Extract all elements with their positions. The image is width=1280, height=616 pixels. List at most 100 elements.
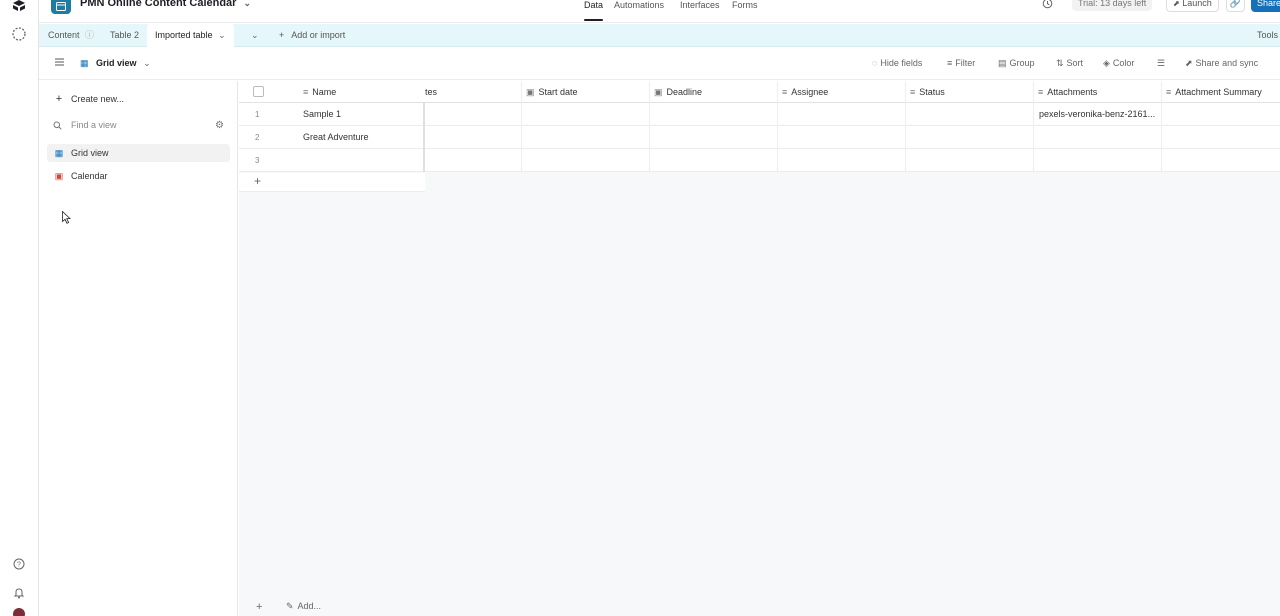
hide-fields-button[interactable]: ◌ Hide fields bbox=[872, 58, 922, 68]
column-header-attachments[interactable]: ≡ Attachments bbox=[1034, 81, 1162, 103]
deadline-cell[interactable] bbox=[650, 149, 778, 172]
assignee-cell[interactable] bbox=[778, 103, 906, 126]
attachment-summary-cell[interactable] bbox=[1162, 103, 1280, 126]
column-header-name[interactable]: ≡ Name bbox=[299, 81, 425, 103]
create-new-view-button[interactable]: + Create new... bbox=[47, 90, 230, 108]
select-all-checkbox[interactable] bbox=[253, 86, 264, 97]
omni-icon[interactable] bbox=[11, 26, 27, 42]
column-header-start-date[interactable]: ▣ Start date bbox=[522, 81, 650, 103]
base-title-text: PMN Online Content Calendar bbox=[80, 0, 237, 9]
tab-imported-table[interactable]: Imported table ⌄ bbox=[147, 24, 234, 47]
nav-interfaces[interactable]: Interfaces bbox=[680, 0, 720, 10]
chevron-down-icon: ⌄ bbox=[218, 30, 226, 40]
notes-cell[interactable] bbox=[425, 103, 522, 126]
search-icon bbox=[53, 121, 65, 130]
name-cell[interactable]: Sample 1 bbox=[298, 103, 425, 126]
attachments-cell[interactable]: pexels-veronika-benz-2161... bbox=[1034, 103, 1162, 126]
user-avatar[interactable] bbox=[11, 606, 27, 616]
sort-button[interactable]: ⇅ Sort bbox=[1056, 58, 1083, 69]
table-tabs-bar: Content ⓘ Table 2 Imported table ⌄ ⌄ + A… bbox=[39, 24, 1280, 47]
share-sync-button[interactable]: ⬈ Share and sync bbox=[1185, 58, 1258, 69]
magic-wand-icon: ✎ bbox=[286, 601, 294, 611]
start-date-cell[interactable] bbox=[522, 149, 650, 172]
assignee-cell[interactable] bbox=[778, 149, 906, 172]
status-cell[interactable] bbox=[906, 103, 1034, 126]
nav-forms[interactable]: Forms bbox=[732, 0, 758, 10]
table-row[interactable]: 3 bbox=[239, 149, 1280, 172]
notes-cell[interactable] bbox=[425, 149, 522, 172]
attachments-cell[interactable] bbox=[1034, 126, 1162, 149]
copy-link-button[interactable]: 🔗 bbox=[1226, 0, 1245, 12]
footer-add-label: Add... bbox=[297, 601, 322, 611]
view-switcher[interactable]: ▦ Grid view ⌄ bbox=[80, 58, 151, 69]
attachments-cell[interactable] bbox=[1034, 149, 1162, 172]
column-status-label: Status bbox=[919, 87, 945, 97]
row-number: 1 bbox=[255, 110, 260, 119]
attachment-summary-cell[interactable] bbox=[1162, 126, 1280, 149]
column-header-notes[interactable]: tes bbox=[425, 81, 522, 103]
table-row[interactable]: 2 Great Adventure bbox=[239, 126, 1280, 149]
notes-cell[interactable] bbox=[425, 126, 522, 149]
add-record-row[interactable]: + bbox=[239, 173, 425, 192]
help-icon[interactable]: ? bbox=[11, 556, 27, 572]
column-header-attachment-summary[interactable]: ≡ Attachment Summary bbox=[1162, 81, 1280, 103]
notifications-bell-icon[interactable] bbox=[11, 585, 27, 601]
grid-header-row: ≡ Name tes ▣ Start date ▣ Deadline ≡ Assigne… bbox=[239, 81, 1280, 103]
deadline-cell[interactable] bbox=[650, 103, 778, 126]
column-header-deadline[interactable]: ▣ Deadline bbox=[650, 81, 778, 103]
share-button[interactable]: Share bbox=[1251, 0, 1280, 12]
table-row[interactable]: 1 Sample 1 pexels-veronika-benz-2161... bbox=[239, 103, 1280, 126]
nav-data[interactable]: Data bbox=[584, 0, 603, 10]
name-cell[interactable]: Great Adventure bbox=[298, 126, 425, 149]
launch-icon: ⬈ bbox=[1173, 0, 1180, 8]
status-cell[interactable] bbox=[906, 149, 1034, 172]
group-button[interactable]: ▤ Group bbox=[998, 58, 1035, 69]
start-date-cell[interactable] bbox=[522, 103, 650, 126]
start-date-cell[interactable] bbox=[522, 126, 650, 149]
tools-menu[interactable]: Tools bbox=[1257, 24, 1278, 47]
views-sidebar: + Create new... Find a view ⚙ ▦ Grid vie… bbox=[39, 81, 238, 616]
airtable-logo-icon[interactable] bbox=[11, 0, 27, 13]
base-title[interactable]: PMN Online Content Calendar ⌄ bbox=[80, 0, 251, 9]
column-header-status[interactable]: ≡ Status bbox=[906, 81, 1034, 103]
name-cell[interactable] bbox=[298, 149, 425, 172]
column-name-label: Name bbox=[312, 87, 337, 97]
color-label: Color bbox=[1112, 58, 1135, 68]
base-icon[interactable] bbox=[51, 0, 71, 14]
assignee-cell[interactable] bbox=[778, 126, 906, 149]
text-field-icon: ≡ bbox=[910, 87, 916, 97]
row-height-icon[interactable]: ☰ bbox=[1157, 58, 1165, 69]
left-rail: ? bbox=[0, 0, 39, 616]
launch-button[interactable]: ⬈ Launch bbox=[1166, 0, 1219, 12]
tab-imported-table-label: Imported table bbox=[155, 30, 213, 40]
tab-table-2[interactable]: Table 2 bbox=[110, 24, 139, 47]
group-label: Group bbox=[1009, 58, 1035, 68]
add-or-import-button[interactable]: + Add or import bbox=[279, 24, 345, 47]
column-attachment-summary-label: Attachment Summary bbox=[1175, 87, 1262, 97]
toggle-sidebar-icon[interactable] bbox=[54, 57, 65, 67]
sort-icon: ⇅ bbox=[1056, 58, 1064, 68]
sidebar-item-calendar[interactable]: ▣ Calendar bbox=[47, 167, 230, 185]
deadline-cell[interactable] bbox=[650, 126, 778, 149]
find-view-field[interactable]: Find a view ⚙ bbox=[47, 116, 230, 134]
chevron-down-icon: ⌄ bbox=[243, 0, 252, 8]
column-deadline-label: Deadline bbox=[666, 87, 703, 97]
status-cell[interactable] bbox=[906, 126, 1034, 149]
all-tables-dropdown[interactable]: ⌄ bbox=[251, 24, 259, 47]
trial-badge[interactable]: Trial: 13 days left bbox=[1072, 0, 1153, 11]
eye-slash-icon: ◌ bbox=[872, 58, 878, 68]
column-header-assignee[interactable]: ≡ Assignee bbox=[778, 81, 906, 103]
color-button[interactable]: ◈ Color bbox=[1103, 58, 1134, 69]
tab-content[interactable]: Content ⓘ bbox=[48, 24, 94, 47]
gear-icon[interactable]: ⚙ bbox=[215, 120, 224, 131]
find-view-input[interactable]: Find a view bbox=[71, 120, 117, 130]
nav-automations[interactable]: Automations bbox=[614, 0, 664, 10]
filter-button[interactable]: ≡ Filter bbox=[947, 58, 975, 68]
sidebar-item-grid-view[interactable]: ▦ Grid view bbox=[47, 144, 230, 162]
history-icon[interactable] bbox=[1042, 0, 1053, 9]
view-toolbar: ▦ Grid view ⌄ ◌ Hide fields ≡ Filter ▤ Grou… bbox=[39, 48, 1280, 80]
attachment-summary-cell[interactable] bbox=[1162, 149, 1280, 172]
footer-add-menu[interactable]: ✎ Add... bbox=[286, 601, 321, 612]
footer-add-record-button[interactable]: + bbox=[256, 601, 262, 613]
text-field-icon: ≡ bbox=[1166, 87, 1172, 97]
